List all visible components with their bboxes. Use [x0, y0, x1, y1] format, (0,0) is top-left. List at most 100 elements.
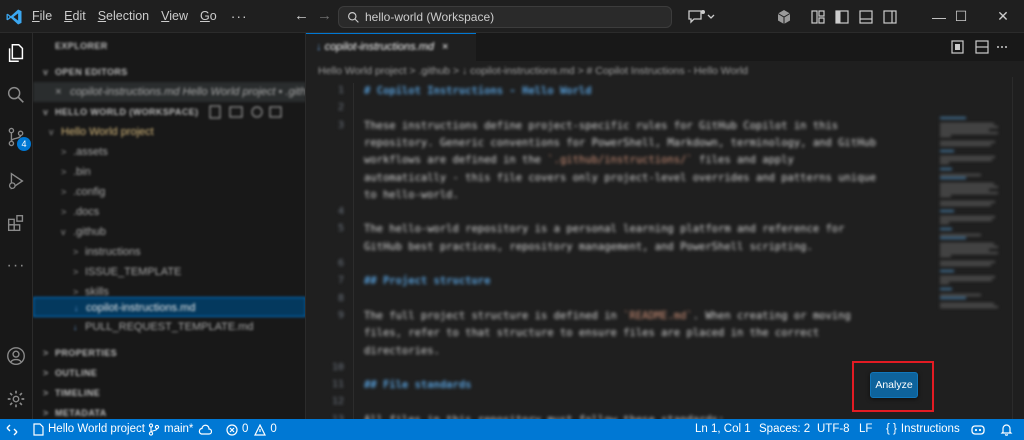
- minimap-line: [940, 174, 981, 176]
- indentation[interactable]: Spaces: 2: [759, 419, 810, 440]
- minimap-line: [940, 243, 994, 245]
- minimap-line: [940, 123, 994, 125]
- extensions-icon[interactable]: [5, 212, 27, 234]
- menu-go-rest: o: [209, 9, 217, 23]
- chevron-right-icon: >: [61, 147, 67, 157]
- open-editor-item[interactable]: × copilot-instructions.md Hello World pr…: [33, 82, 306, 102]
- code-line: files, refer to that structure to ensure…: [364, 327, 820, 340]
- branch-indicator[interactable]: main*: [148, 419, 193, 440]
- notifications-bell-icon[interactable]: [1000, 423, 1013, 436]
- tree-item-issue-template[interactable]: > ISSUE_TEMPLATE: [33, 262, 305, 282]
- section-label: METADATA: [55, 408, 107, 418]
- minimap[interactable]: [936, 77, 1012, 419]
- markdown-file-icon: ↓: [73, 322, 78, 332]
- nav-forward-icon[interactable]: →: [317, 8, 332, 24]
- search-icon[interactable]: [5, 84, 27, 106]
- menu-view[interactable]: View: [155, 0, 194, 33]
- timeline-section[interactable]: > TIMELINE: [33, 383, 305, 403]
- tree-item-label: copilot-instructions.md: [86, 302, 196, 314]
- project-indicator[interactable]: Hello World project: [33, 419, 145, 440]
- breadcrumb[interactable]: Hello World project > .github > ↓ copilo…: [318, 65, 748, 77]
- cloud-sync-icon: [198, 424, 212, 435]
- metadata-section[interactable]: > METADATA: [33, 403, 305, 419]
- explorer-content: EXPLORER v OPEN EDITORS × copilot-instruc…: [33, 33, 306, 419]
- code-line: GitHub best practices, repository manage…: [364, 240, 813, 253]
- tree-item-pull-request-template[interactable]: ↓ PULL_REQUEST_TEMPLATE.md: [33, 317, 305, 337]
- tree-item-label: Hello World project: [61, 126, 154, 138]
- encoding[interactable]: UTF-8: [817, 419, 850, 440]
- chevron-down-icon: v: [43, 107, 49, 117]
- tree-item-config[interactable]: > .config: [33, 182, 305, 202]
- command-center-search[interactable]: hello-world (Workspace): [338, 6, 672, 28]
- cursor-position[interactable]: Ln 1, Col 1: [695, 419, 751, 440]
- minimap-line: [940, 186, 998, 188]
- more-icon[interactable]: ···: [5, 255, 27, 277]
- toggle-panel-icon[interactable]: [858, 9, 874, 25]
- close-icon[interactable]: ×: [55, 82, 67, 102]
- language-mode[interactable]: { } Instructions: [886, 419, 960, 440]
- close-button[interactable]: ✕: [982, 0, 1024, 33]
- chevron-right-icon: >: [73, 247, 79, 257]
- code-line: These instructions define project-specif…: [364, 119, 839, 132]
- line-number: 9: [337, 309, 344, 321]
- accounts-cube-icon[interactable]: [776, 9, 792, 25]
- toggle-primary-sidebar-icon[interactable]: [834, 9, 850, 25]
- vscode-logo-icon: [6, 9, 22, 25]
- line-number: 4: [337, 206, 344, 218]
- code-view[interactable]: 1 # Copilot Instructions - Hello World 2 3 T…: [306, 83, 936, 419]
- open-editor-label: copilot-instructions.md Hello World proj…: [70, 86, 306, 98]
- minimap-line: [940, 261, 995, 263]
- line-number: 12: [331, 396, 344, 408]
- menu-selection[interactable]: Selection: [92, 0, 155, 33]
- maximize-button[interactable]: ☐: [940, 0, 982, 33]
- menu-more-button[interactable]: ···: [223, 0, 256, 33]
- vertical-scrollbar[interactable]: [1012, 77, 1024, 419]
- toggle-secondary-sidebar-icon[interactable]: [882, 9, 898, 25]
- accounts-icon[interactable]: [5, 345, 27, 367]
- tree-item-docs[interactable]: > .docs: [33, 202, 305, 222]
- properties-section[interactable]: > PROPERTIES: [33, 343, 305, 363]
- tree-item-label: .github: [73, 226, 107, 238]
- run-debug-icon[interactable]: [5, 170, 27, 192]
- tree-item-root[interactable]: v Hello World project: [33, 122, 305, 142]
- markdown-file-icon: ↓: [74, 303, 79, 313]
- minimap-line: [940, 183, 994, 185]
- outline-section[interactable]: > OUTLINE: [33, 363, 305, 383]
- settings-gear-icon[interactable]: [5, 388, 27, 410]
- remote-icon: [6, 424, 18, 435]
- minimap-line: [940, 288, 952, 290]
- tree-item-github[interactable]: v .github: [33, 222, 305, 242]
- tab-copilot-instructions[interactable]: ↓ copilot-instructions.md ×: [306, 33, 476, 61]
- menu-go[interactable]: Go: [194, 0, 223, 33]
- chevron-right-icon: >: [61, 187, 67, 197]
- customize-layout-icon[interactable]: [810, 9, 826, 25]
- explorer-icon[interactable]: [5, 42, 27, 64]
- copilot-icon[interactable]: [970, 423, 986, 436]
- minimap-line: [940, 150, 954, 152]
- menu-edit[interactable]: Edit: [58, 0, 92, 33]
- minimap-line: [940, 255, 951, 257]
- explorer-actions[interactable]: [208, 104, 298, 120]
- code-line: automatically - this file covers only pr…: [364, 171, 877, 184]
- sync-indicator[interactable]: [198, 419, 216, 440]
- end-of-line[interactable]: LF: [859, 419, 872, 440]
- minimap-line: [940, 156, 995, 158]
- code-line: ## File standards: [364, 379, 472, 392]
- tree-item-instructions[interactable]: > instructions: [33, 242, 305, 262]
- tree-item-copilot-instructions[interactable]: ↓ copilot-instructions.md: [33, 297, 305, 317]
- minimap-line: [940, 204, 991, 206]
- open-editors-section[interactable]: v OPEN EDITORS: [33, 62, 305, 82]
- editor-actions[interactable]: [948, 39, 1008, 55]
- tree-item-bin[interactable]: > .bin: [33, 162, 305, 182]
- remote-indicator[interactable]: [6, 419, 22, 440]
- minimap-line: [940, 252, 998, 254]
- highlight-box: [852, 361, 934, 412]
- code-line: The full project structure is defined in…: [364, 309, 851, 322]
- tree-item-assets[interactable]: > .assets: [33, 142, 305, 162]
- menu-file[interactable]: File: [26, 0, 58, 33]
- minimap-line: [940, 216, 995, 218]
- problems-indicator[interactable]: 0 0: [226, 419, 277, 440]
- tab-close-icon[interactable]: ×: [442, 41, 448, 53]
- nav-back-icon[interactable]: ←: [294, 8, 309, 24]
- copilot-chat-icon[interactable]: [686, 8, 716, 26]
